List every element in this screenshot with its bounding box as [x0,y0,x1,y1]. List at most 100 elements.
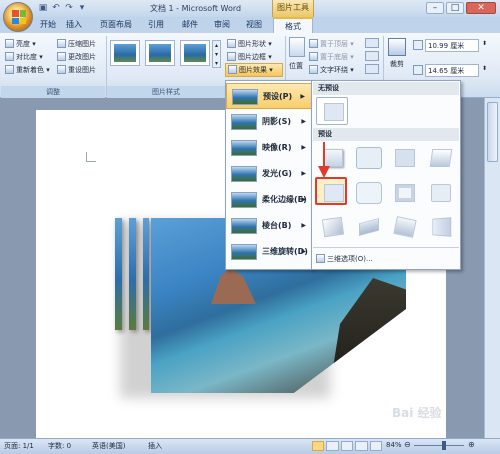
contrast-button[interactable]: 对比度 ▾ [5,51,43,63]
bring-to-front-button[interactable]: 置于顶层 ▾ [309,38,354,50]
view-buttons [312,441,383,451]
preset-option-11[interactable] [388,213,420,241]
picture-effects-button[interactable]: 图片效果 ▾ [225,63,283,77]
menu-item-shadow[interactable]: 阴影(S) ▶ [226,109,312,135]
preset-option-10[interactable] [352,213,384,241]
shadow-effect-icon [231,114,257,130]
preset-option-3[interactable] [388,144,420,172]
undo-icon[interactable]: ↶ [50,2,62,14]
menu-item-bevel[interactable]: 棱台(B) ▶ [226,213,312,239]
preset-preview [321,216,345,238]
tab-insert[interactable]: 插入 [64,17,84,33]
menu-item-preset[interactable]: 预设(P) ▶ [226,83,312,109]
zoom-in-icon[interactable]: ⊕ [468,440,475,449]
brightness-button[interactable]: 亮度 ▾ [5,38,36,50]
preset-preview [359,218,379,236]
recolor-button[interactable]: 重新着色 ▾ [5,64,50,76]
picture-border-button[interactable]: 图片边框 ▾ [227,51,272,63]
menu-item-soft-edges[interactable]: 柔化边缘(E) ▶ [226,187,312,213]
page-count[interactable]: 页面: 1/1 [4,441,34,451]
picture-tools-context: 图片工具 [272,0,314,17]
insert-mode[interactable]: 插入 [148,441,162,451]
height-field[interactable]: 10.99 厘米 [425,39,479,52]
crop-button[interactable]: 裁剪 [390,58,404,70]
compress-button[interactable]: 压缩图片 [57,38,96,50]
submenu-arrow-icon: ▶ [301,170,306,177]
tab-review[interactable]: 审阅 [210,17,234,33]
zoom-slider-thumb[interactable] [442,441,446,450]
picture-style-thumb[interactable] [180,40,210,66]
preset-option-2[interactable] [352,144,384,172]
print-layout-view-icon[interactable] [312,441,325,451]
menu-item-glow[interactable]: 发光(G) ▶ [226,161,312,187]
change-picture-button[interactable]: 更改图片 [57,51,96,63]
preset-option-8[interactable] [424,179,456,207]
full-screen-view-icon[interactable] [326,441,339,451]
effects-icon [228,65,237,74]
no-preset-header: 无预设 [313,82,459,95]
tab-format[interactable]: 格式 [273,17,313,33]
preset-effect-icon [232,89,258,105]
tab-view[interactable]: 视图 [242,17,266,33]
menu-item-3d-rotation[interactable]: 三维旋转(D) ▶ [226,239,312,265]
close-button[interactable]: ✕ [466,2,496,14]
preset-option-9[interactable] [316,213,348,241]
picture-effects-menu: 预设(P) ▶ 阴影(S) ▶ 映像(R) ▶ 发光(G) ▶ 柔化边缘(E) ▶ 棱台(… [225,80,313,270]
preset-option-4[interactable] [424,144,456,172]
zoom-level[interactable]: 84% [386,441,402,449]
preset-preview [429,149,453,167]
minimize-button[interactable]: – [426,2,444,14]
tab-home[interactable]: 开始 [38,17,58,33]
width-field[interactable]: 14.65 厘米 [425,64,479,77]
preset-option-5-selected[interactable] [315,177,347,205]
redo-icon[interactable]: ↷ [63,2,75,14]
qat-dropdown-icon[interactable]: ▾ [76,2,88,14]
recolor-icon [5,65,14,74]
picture-style-thumb[interactable] [110,40,140,66]
submenu-divider [313,247,459,248]
group-label-picture-styles: 图片样式 [107,86,225,98]
tab-mailings[interactable]: 邮件 [178,17,202,33]
send-to-back-button[interactable]: 置于底层 ▾ [309,51,354,63]
group-icon[interactable] [365,51,379,61]
width-icon [413,65,423,75]
shape-icon [227,39,236,48]
outline-view-icon[interactable] [355,441,368,451]
picture-strips[interactable] [115,218,151,330]
width-spinner-icon[interactable]: ⬍ [482,65,490,75]
menu-item-reflection[interactable]: 映像(R) ▶ [226,135,312,161]
zoom-slider[interactable] [414,445,464,446]
picture-strip [129,218,136,330]
picture-strip [143,218,149,330]
text-wrap-button[interactable]: 文字环绕 ▾ [309,64,354,76]
picture-style-thumb[interactable] [145,40,175,66]
office-button[interactable] [3,2,33,32]
save-icon[interactable]: ▣ [37,2,49,14]
presets-header: 预设 [313,128,459,141]
web-layout-view-icon[interactable] [340,441,354,451]
styles-gallery-scroll[interactable]: ▴ ▾ ▾ [212,40,221,68]
no-preset-option[interactable] [316,97,348,125]
draft-view-icon[interactable] [369,441,383,451]
rotate-icon[interactable] [365,64,379,74]
height-spinner-icon[interactable]: ⬍ [482,40,490,50]
word-count[interactable]: 字数: 0 [48,441,71,451]
scrollbar-thumb[interactable] [487,102,498,162]
preset-option-6[interactable] [352,179,384,207]
language-indicator[interactable]: 英语(美国) [92,441,125,451]
preset-option-12[interactable] [424,213,456,241]
position-button[interactable]: 位置 [289,60,303,72]
picture-shape-button[interactable]: 图片形状 ▾ [227,38,272,50]
zoom-out-icon[interactable]: ⊖ [404,440,411,449]
align-icon[interactable] [365,38,379,48]
picture-strip [115,218,122,330]
preset-preview [324,184,344,202]
reset-picture-button[interactable]: 重设图片 [57,64,96,76]
preset-preview [356,147,382,169]
tab-references[interactable]: 引用 [144,17,168,33]
preset-option-7[interactable] [388,179,420,207]
3d-options-menu-item[interactable]: 三维选项(O)... [314,251,458,267]
maximize-button[interactable]: □ [446,2,464,14]
reset-picture-icon [57,65,66,74]
tab-page-layout[interactable]: 页面布局 [96,17,136,33]
